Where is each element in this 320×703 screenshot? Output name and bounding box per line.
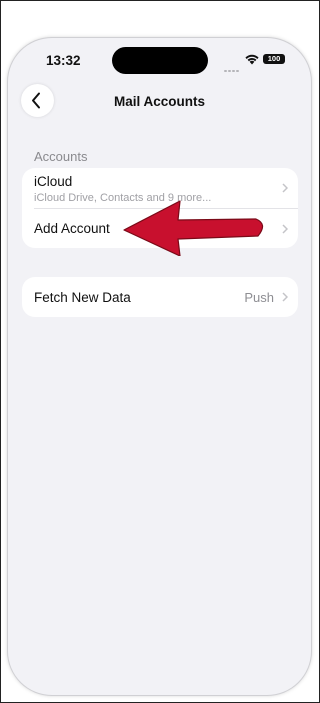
dynamic-island xyxy=(112,47,208,74)
annotation-arrow-icon xyxy=(123,200,264,256)
battery-icon: 100 xyxy=(263,54,285,64)
phone-screen: 13:32 100 Mail Accounts Accounts iCloud … xyxy=(8,38,311,695)
chevron-right-icon xyxy=(282,224,288,234)
fetch-value: Push xyxy=(244,290,274,305)
wifi-icon xyxy=(245,54,259,65)
add-account-label: Add Account xyxy=(34,221,110,236)
page-title: Mail Accounts xyxy=(113,94,205,109)
fetch-new-data-label: Fetch New Data xyxy=(34,290,131,305)
status-time: 13:32 xyxy=(46,53,81,68)
fetch-new-data-row[interactable]: Fetch New Data Push xyxy=(22,277,298,317)
chevron-right-icon xyxy=(282,292,288,302)
accounts-section-header: Accounts xyxy=(34,149,88,164)
signal-icon xyxy=(224,59,240,72)
fetch-group: Fetch New Data Push xyxy=(22,277,298,317)
chevron-right-icon xyxy=(282,183,288,193)
icloud-label: iCloud xyxy=(34,174,73,189)
status-bar: 13:32 100 xyxy=(8,38,311,82)
